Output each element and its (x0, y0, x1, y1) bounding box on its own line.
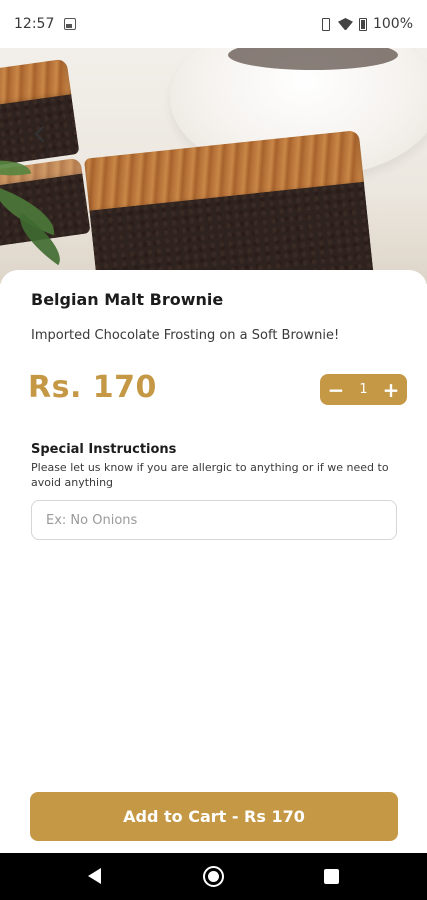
quantity-value: 1 (359, 382, 368, 397)
brownie-main (83, 130, 377, 284)
special-instructions-input[interactable] (31, 500, 397, 540)
status-icons: 100% (318, 0, 413, 48)
product-name: Belgian Malt Brownie (31, 290, 224, 309)
special-instructions-description: Please let us know if you are allergic t… (31, 461, 389, 489)
home-icon[interactable] (203, 866, 224, 887)
image-icon (64, 18, 77, 30)
status-bar: 12:57 100% (0, 0, 427, 48)
quantity-stepper: − 1 + (320, 374, 407, 405)
back-arrow-icon[interactable] (28, 122, 52, 146)
vibrate-icon (318, 17, 332, 31)
recents-icon[interactable] (324, 869, 339, 884)
product-image (0, 48, 427, 284)
navigation-bar (0, 853, 427, 900)
special-instructions-title: Special Instructions (31, 442, 177, 457)
back-icon[interactable] (88, 868, 101, 884)
product-price: Rs. 170 (28, 370, 157, 405)
increment-button[interactable]: + (383, 380, 400, 400)
decrement-button[interactable]: − (328, 380, 345, 400)
wifi-icon (338, 18, 353, 30)
product-description: Imported Chocolate Frosting on a Soft Br… (31, 328, 340, 343)
battery-icon (358, 17, 367, 31)
battery-percent: 100% (372, 16, 413, 32)
add-to-cart-button[interactable]: Add to Cart - Rs 170 (30, 792, 398, 841)
product-card: Belgian Malt Brownie Imported Chocolate … (0, 270, 427, 854)
status-time: 12:57 (14, 16, 55, 32)
